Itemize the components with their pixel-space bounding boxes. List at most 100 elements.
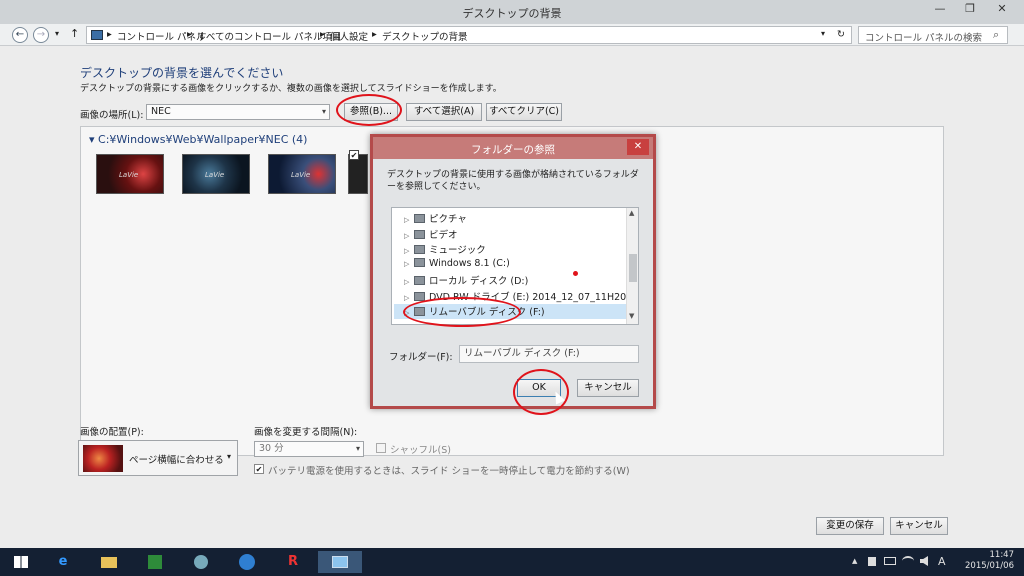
crumb-separator: ▸	[320, 29, 325, 40]
search-icon[interactable]: ⌕	[993, 28, 999, 42]
maximize-button[interactable]: ❐	[958, 2, 982, 18]
tree-node[interactable]: ▷ DVD RW ドライブ (E:) 2014_12_07_11H20M_AM	[404, 289, 639, 304]
shuffle-checkbox[interactable]	[376, 443, 386, 453]
tree-node-label: ビデオ	[429, 229, 458, 241]
ime-indicator[interactable]: A	[938, 555, 946, 568]
window-title: デスクトップの背景	[462, 7, 562, 20]
tree-node[interactable]: ▷ ビデオ	[404, 227, 458, 242]
crumb-control-panel[interactable]: コントロール パネル	[117, 29, 206, 43]
location-combo[interactable]: NEC ▾	[146, 104, 330, 120]
back-icon[interactable]: ←	[12, 27, 28, 43]
store-icon[interactable]	[142, 551, 168, 573]
ie-icon[interactable]: e	[50, 551, 76, 573]
tree-node-label: Windows 8.1 (C:)	[429, 257, 510, 269]
tree-node-label: DVD RW ドライブ (E:) 2014_12_07_11H20M_AM	[429, 291, 639, 303]
folder-tree[interactable]: ▷ ピクチャ ▷ ビデオ ▷ ミュージック ▷ Windows 8.1 (C:) ▷ ローカル デ…	[391, 207, 639, 325]
select-all-button[interactable]: すべて選択(A)	[406, 103, 482, 121]
tray-overflow-icon[interactable]: ▲	[852, 557, 857, 565]
annotation-dot	[573, 271, 578, 276]
wallpaper-thumbnail[interactable]: LaVie	[268, 154, 336, 194]
desktop-background-window: デスクトップの背景 — ❐ ✕ ← → ▾ ↑ ▸ コントロール パネル ▸ す…	[0, 0, 1024, 548]
dialog-cancel-button[interactable]: キャンセル	[577, 379, 639, 397]
expand-icon[interactable]: ▷	[404, 260, 414, 268]
dialog-title: フォルダーの参照	[471, 144, 555, 156]
scroll-up-icon[interactable]: ▲	[629, 209, 634, 217]
close-button[interactable]: ✕	[990, 2, 1014, 18]
tree-node[interactable]: ▷ ミュージック	[404, 242, 486, 257]
refresh-icon[interactable]: ↻	[837, 29, 845, 40]
browse-button[interactable]: 参照(B)...	[344, 103, 398, 121]
scroll-down-icon[interactable]: ▼	[629, 312, 634, 320]
wallpaper-thumbnail[interactable]: LaVie	[96, 154, 164, 194]
tree-node[interactable]: ▷ Windows 8.1 (C:)	[404, 257, 510, 273]
location-value: NEC	[151, 106, 171, 117]
taskbar: e R ▲ A 11:47 2015/01/06	[0, 548, 1024, 576]
clear-all-button[interactable]: すべてクリア(C)	[486, 103, 562, 121]
save-changes-button[interactable]: 変更の保存	[816, 517, 884, 535]
expand-icon[interactable]: ▷	[404, 247, 414, 255]
expand-icon[interactable]: ▷	[404, 309, 414, 317]
forward-icon[interactable]: →	[33, 27, 49, 43]
wallpaper-thumbnail-selected[interactable]	[348, 154, 368, 194]
tree-scrollbar[interactable]: ▲ ▼	[626, 208, 638, 324]
thumbnail-checkbox[interactable]: ✔	[349, 150, 359, 160]
position-combo[interactable]: ページ横幅に合わせる ▾	[78, 440, 238, 476]
volume-icon[interactable]	[920, 556, 928, 566]
clock[interactable]: 11:47 2015/01/06	[965, 550, 1014, 572]
page-subtext: デスクトップの背景にする画像をクリックするか、複数の画像を選択してスライドショー…	[80, 84, 502, 94]
dialog-close-button[interactable]: ✕	[627, 139, 649, 155]
browser-icon[interactable]	[234, 551, 260, 573]
tree-node[interactable]: ▷ ピクチャ	[404, 211, 467, 226]
chevron-down-icon: ▾	[227, 452, 232, 461]
folder-icon	[414, 307, 425, 316]
location-label: 画像の場所(L):	[80, 110, 144, 121]
expand-icon[interactable]: ▷	[404, 278, 414, 286]
navigation-bar: ← → ▾ ↑ ▸ コントロール パネル ▸ すべてのコントロール パネル項目 …	[0, 24, 1024, 46]
thumbnail-brand: LaVie	[119, 171, 139, 179]
interval-combo[interactable]: 30 分 ▾	[254, 441, 364, 457]
position-value: ページ横幅に合わせる	[129, 455, 224, 466]
r-app-icon[interactable]: R	[280, 551, 306, 573]
up-icon[interactable]: ↑	[70, 27, 79, 40]
interval-value: 30 分	[259, 443, 284, 454]
wifi-icon[interactable]	[902, 556, 914, 566]
tree-node[interactable]: ▷ リムーバブル ディスク (F:)	[394, 304, 626, 319]
wallpaper-thumbnail[interactable]: LaVie	[182, 154, 250, 194]
address-dropdown-icon[interactable]: ▾	[821, 29, 825, 38]
recent-locations-icon[interactable]: ▾	[55, 29, 59, 38]
minimize-button[interactable]: —	[928, 2, 952, 18]
interval-label: 画像を変更する間隔(N):	[254, 427, 358, 438]
start-icon[interactable]	[8, 551, 34, 573]
battery-icon[interactable]	[884, 557, 896, 565]
clock-time: 11:47	[989, 550, 1015, 560]
crumb-desktop-background[interactable]: デスクトップの背景	[382, 29, 468, 43]
search-box[interactable]: コントロール パネルの検索 ⌕	[858, 26, 1008, 44]
search-input[interactable]: コントロール パネルの検索	[865, 30, 982, 44]
page-heading: デスクトップの背景を選んでください	[80, 66, 284, 80]
tree-node[interactable]: ▷ ローカル ディスク (D:)	[404, 273, 528, 288]
thumbnail-brand: LaVie	[205, 171, 225, 179]
battery-checkbox[interactable]: ✔	[254, 464, 264, 474]
position-label: 画像の配置(P):	[80, 427, 144, 438]
expand-icon[interactable]: ▷	[404, 216, 414, 224]
collapse-icon[interactable]: ▾	[89, 133, 95, 146]
flag-icon[interactable]	[868, 557, 876, 566]
media-icon[interactable]	[188, 551, 214, 573]
folder-icon	[414, 276, 425, 285]
expand-icon[interactable]: ▷	[404, 294, 414, 302]
folder-icon	[414, 257, 425, 267]
control-panel-icon[interactable]	[318, 551, 362, 573]
folder-field[interactable]: リムーバブル ディスク (F:)	[459, 345, 639, 363]
scrollbar-thumb[interactable]	[629, 254, 637, 282]
crumb-personalization[interactable]: 個人設定	[330, 29, 368, 43]
expand-icon[interactable]: ▷	[404, 232, 414, 240]
explorer-icon[interactable]	[96, 551, 122, 573]
cancel-button[interactable]: キャンセル	[890, 517, 948, 535]
title-bar: デスクトップの背景 — ❐ ✕	[0, 0, 1024, 24]
clock-date: 2015/01/06	[965, 561, 1014, 571]
tree-node-label: ピクチャ	[429, 214, 467, 225]
folder-icon	[414, 291, 425, 301]
tree-node-label: ミュージック	[429, 245, 486, 256]
address-bar[interactable]: ▸ コントロール パネル ▸ すべてのコントロール パネル項目 ▸ 個人設定 ▸…	[86, 26, 852, 44]
folder-label: フォルダー(F):	[389, 352, 453, 363]
